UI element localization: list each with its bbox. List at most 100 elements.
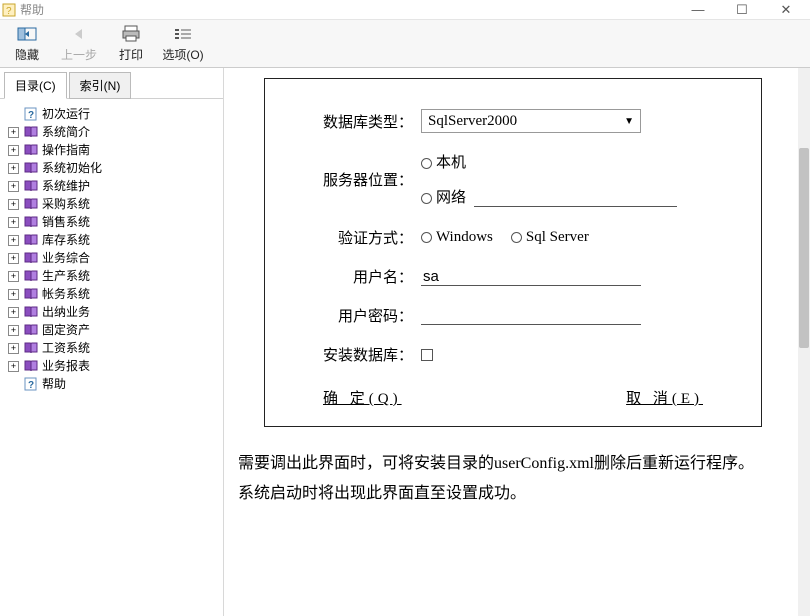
auth-radio-windows[interactable]: Windows	[421, 229, 493, 246]
expand-icon[interactable]: +	[8, 343, 19, 354]
tree-item-label: 采购系统	[42, 195, 90, 213]
tree-item[interactable]: + 业务报表	[4, 357, 219, 375]
tree-item[interactable]: +系统维护	[4, 177, 219, 195]
pwd-label: 用户密码：	[283, 305, 421, 326]
tree-item[interactable]: +库存系统	[4, 231, 219, 249]
tab-toc[interactable]: 目录(C)	[4, 72, 67, 99]
config-form-screenshot: 数据库类型： SqlServer2000 ▼ 服务器位置： 本机 网络	[264, 78, 762, 427]
tree-item-label: 业务综合	[42, 249, 90, 267]
user-label: 用户名：	[283, 266, 421, 287]
tree-item-label: 销售系统	[42, 213, 90, 231]
serverpos-label: 服务器位置：	[283, 151, 421, 190]
hide-button[interactable]: 隐藏	[4, 22, 50, 66]
expand-icon[interactable]: +	[8, 271, 19, 282]
ok-button[interactable]: 确 定(Q)	[323, 387, 402, 408]
help-paragraph-1: 需要调出此界面时，可将安装目录的userConfig.xml删除后重新运行程序。	[238, 449, 788, 479]
sidebar: 目录(C) 索引(N) ?初次运行+系统简介+操作指南+系统初始化+系统维护+采…	[0, 68, 224, 616]
back-button: 上一步	[56, 22, 102, 66]
expand-icon[interactable]: +	[8, 235, 19, 246]
tree-item[interactable]: +系统简介	[4, 123, 219, 141]
book-icon	[23, 305, 39, 319]
expand-icon[interactable]: +	[8, 163, 19, 174]
scrollbar-thumb[interactable]	[799, 148, 809, 348]
tree-item[interactable]: + 帐务系统	[4, 285, 219, 303]
book-icon	[23, 197, 39, 211]
svg-text:?: ?	[28, 380, 34, 391]
serverpos-radio-local[interactable]: 本机	[421, 151, 466, 172]
cancel-button[interactable]: 取 消(E)	[626, 387, 703, 408]
options-label: 选项(O)	[162, 46, 203, 63]
tree-item-label: 业务报表	[42, 357, 90, 375]
serverpos-radio-net[interactable]: 网络	[421, 186, 677, 207]
expand-icon[interactable]: +	[8, 127, 19, 138]
print-button[interactable]: 打印	[108, 22, 154, 66]
options-button[interactable]: 选项(O)	[160, 22, 206, 66]
book-icon	[23, 323, 39, 337]
tree-item-label: 帐务系统	[42, 285, 90, 303]
tree-item[interactable]: + 采购系统	[4, 195, 219, 213]
print-label: 打印	[119, 46, 143, 63]
book-icon	[23, 269, 39, 283]
tree-item[interactable]: + 销售系统	[4, 213, 219, 231]
tree-item[interactable]: ? 帮助	[4, 375, 219, 393]
minimize-button[interactable]: —	[676, 0, 720, 20]
main: 目录(C) 索引(N) ?初次运行+系统简介+操作指南+系统初始化+系统维护+采…	[0, 68, 810, 616]
tree-item[interactable]: + 固定资产	[4, 321, 219, 339]
tree-item-label: 初次运行	[42, 105, 90, 123]
help-paragraphs: 需要调出此界面时，可将安装目录的userConfig.xml删除后重新运行程序。…	[238, 449, 788, 510]
vertical-scrollbar[interactable]	[798, 68, 810, 616]
book-icon	[23, 341, 39, 355]
expand-icon[interactable]: +	[8, 289, 19, 300]
expand-icon[interactable]: +	[8, 307, 19, 318]
tree-item-label: 系统初始化	[42, 159, 102, 177]
tree-item-label: 出纳业务	[42, 303, 90, 321]
tree-item-label: 帮助	[42, 375, 66, 393]
auth-radio-sqlserver[interactable]: Sql Server	[511, 229, 589, 246]
dbtype-value: SqlServer2000	[428, 113, 517, 130]
radio-icon	[421, 158, 432, 169]
tree-item-label: 固定资产	[42, 321, 90, 339]
expand-icon[interactable]: +	[8, 199, 19, 210]
expand-spacer	[8, 379, 19, 390]
content-scroll: 数据库类型： SqlServer2000 ▼ 服务器位置： 本机 网络	[224, 68, 798, 616]
pwd-input[interactable]	[421, 307, 641, 325]
hide-label: 隐藏	[15, 46, 39, 63]
window-buttons: — ☐ ✕	[676, 0, 808, 20]
expand-icon[interactable]: +	[8, 253, 19, 264]
tab-index[interactable]: 索引(N)	[69, 72, 132, 99]
book-icon	[23, 179, 39, 193]
tree-item[interactable]: ? 初次运行	[4, 105, 219, 123]
close-button[interactable]: ✕	[764, 0, 808, 20]
installdb-label: 安装数据库：	[283, 344, 421, 365]
book-icon	[23, 215, 39, 229]
tree-item[interactable]: +操作指南	[4, 141, 219, 159]
radio-icon	[421, 193, 432, 204]
print-icon	[121, 24, 141, 44]
expand-icon[interactable]: +	[8, 325, 19, 336]
maximize-button[interactable]: ☐	[720, 0, 764, 20]
expand-icon[interactable]: +	[8, 361, 19, 372]
serverpos-net-input[interactable]	[474, 189, 677, 207]
dbtype-select[interactable]: SqlServer2000 ▼	[421, 109, 641, 133]
tree-item[interactable]: + 出纳业务	[4, 303, 219, 321]
book-icon	[23, 125, 39, 139]
book-icon	[23, 287, 39, 301]
back-icon	[69, 24, 89, 44]
tree-item[interactable]: + 系统初始化	[4, 159, 219, 177]
book-icon	[23, 143, 39, 157]
book-icon	[23, 233, 39, 247]
tree-item-label: 生产系统	[42, 267, 90, 285]
tree-item[interactable]: + 业务综合	[4, 249, 219, 267]
installdb-checkbox[interactable]	[421, 349, 433, 361]
radio-icon	[421, 232, 432, 243]
tree-item[interactable]: +工资系统	[4, 339, 219, 357]
expand-icon[interactable]: +	[8, 145, 19, 156]
auth-label: 验证方式：	[283, 227, 421, 248]
radio-icon	[511, 232, 522, 243]
window-title: 帮助	[20, 1, 676, 18]
expand-icon[interactable]: +	[8, 181, 19, 192]
expand-icon[interactable]: +	[8, 217, 19, 228]
user-input[interactable]	[421, 268, 641, 286]
svg-text:?: ?	[28, 110, 34, 121]
tree-item[interactable]: + 生产系统	[4, 267, 219, 285]
